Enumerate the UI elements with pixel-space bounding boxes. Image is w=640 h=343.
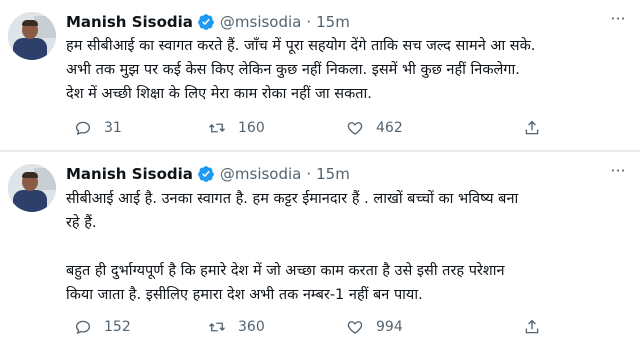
share-icon: [525, 120, 539, 135]
timestamp[interactable]: 15m: [316, 13, 350, 31]
tweet[interactable]: Manish Sisodia @msisodia · 15m ··· हम सी…: [0, 0, 640, 150]
avatar-hair: [22, 20, 38, 26]
author-name[interactable]: Manish Sisodia: [66, 13, 193, 31]
like-icon: [347, 122, 363, 135]
share-button[interactable]: [523, 116, 541, 140]
retweet-button[interactable]: 160: [208, 116, 265, 140]
verified-badge-icon: [198, 166, 214, 182]
avatar-body: [13, 38, 47, 60]
author-handle[interactable]: @msisodia: [220, 13, 301, 31]
avatar[interactable]: [8, 164, 56, 212]
separator-dot: ·: [306, 13, 312, 31]
retweet-count: 360: [238, 319, 265, 335]
retweet-button[interactable]: 360: [208, 315, 265, 339]
tweet[interactable]: Manish Sisodia @msisodia · 15m ··· सीबीआ…: [0, 152, 640, 343]
reply-count: 152: [104, 319, 131, 335]
tweet-text-line: रहे हैं.: [66, 215, 97, 231]
share-button[interactable]: [523, 315, 541, 339]
retweet-count: 160: [238, 120, 265, 136]
avatar-body: [13, 190, 47, 212]
more-options-icon[interactable]: ···: [606, 10, 630, 28]
reply-button[interactable]: 31: [74, 116, 122, 140]
timestamp[interactable]: 15m: [316, 165, 350, 183]
separator-dot: ·: [306, 165, 312, 183]
reply-button[interactable]: 152: [74, 315, 131, 339]
tweet-text: सीबीआई आई है. उनका स्वागत है. हम कट्टर ई…: [66, 187, 632, 307]
avatar-hair: [22, 172, 38, 178]
reply-count: 31: [104, 120, 122, 136]
like-button[interactable]: 994: [346, 315, 403, 339]
tweet-text-line: किया जाता है. इसीलिए हमारा देश अभी तक नम…: [66, 287, 423, 303]
verified-badge-icon: [198, 14, 214, 30]
reply-icon: [75, 320, 91, 335]
tweet-text-line: सीबीआई आई है. उनका स्वागत है. हम कट्टर ई…: [66, 191, 519, 207]
avatar[interactable]: [8, 12, 56, 60]
tweet-text-line: हम सीबीआई का स्वागत करते हैं. जाँच में प…: [66, 38, 536, 54]
author-name[interactable]: Manish Sisodia: [66, 165, 193, 183]
tweet-text: हम सीबीआई का स्वागत करते हैं. जाँच में प…: [66, 34, 632, 106]
share-icon: [525, 319, 539, 334]
more-options-icon[interactable]: ···: [606, 162, 630, 180]
tweet-header: Manish Sisodia @msisodia · 15m: [66, 11, 350, 33]
reply-icon: [75, 121, 91, 136]
retweet-icon: [209, 123, 225, 133]
like-icon: [347, 321, 363, 334]
tweet-text-line: देश में अच्छी शिक्षा के लिए मेरा काम रोक…: [66, 86, 372, 102]
like-button[interactable]: 462: [346, 116, 403, 140]
like-count: 462: [376, 120, 403, 136]
like-count: 994: [376, 319, 403, 335]
tweet-header: Manish Sisodia @msisodia · 15m: [66, 163, 350, 185]
tweet-text-line: अभी तक मुझ पर कई केस किए लेकिन कुछ नहीं …: [66, 62, 520, 78]
tweet-text-line: बहुत ही दुर्भाग्यपूर्ण है कि हमारे देश म…: [66, 263, 505, 279]
tweet-actions: 31 160 462: [74, 116, 614, 140]
tweet-actions: 152 360 994: [74, 315, 614, 339]
retweet-icon: [209, 322, 225, 332]
author-handle[interactable]: @msisodia: [220, 165, 301, 183]
